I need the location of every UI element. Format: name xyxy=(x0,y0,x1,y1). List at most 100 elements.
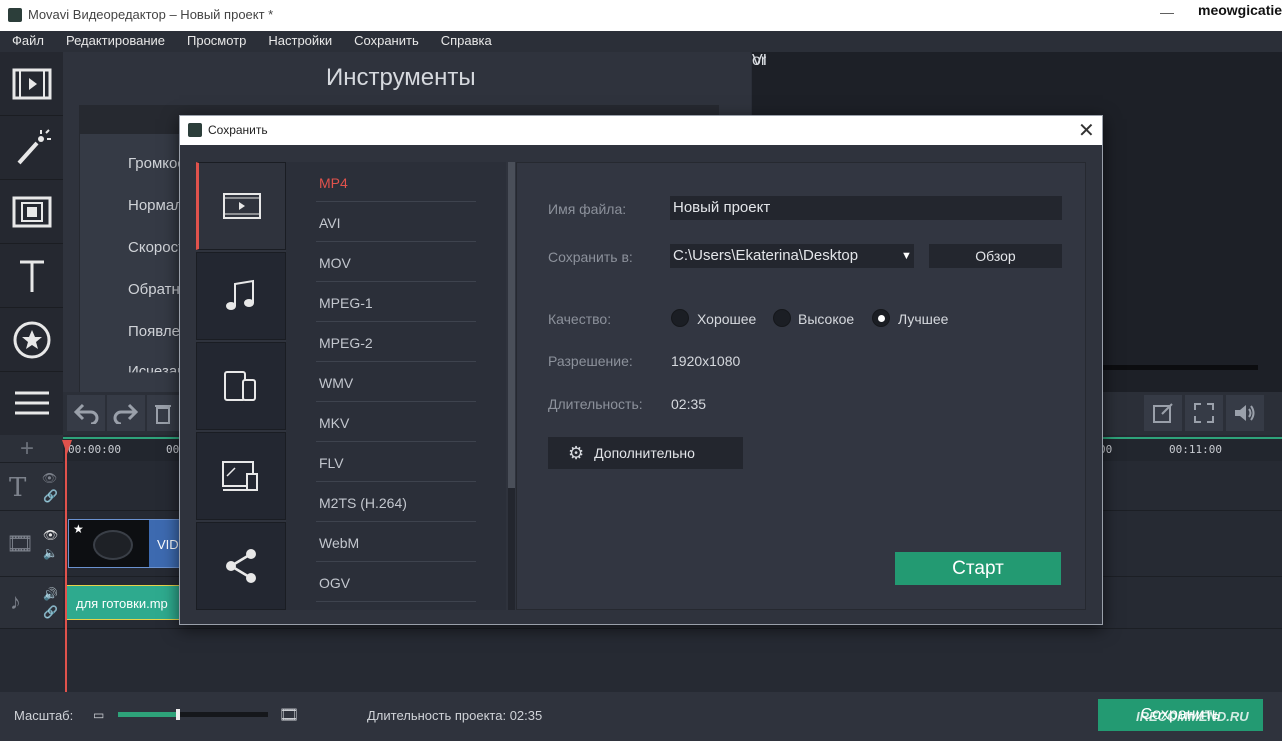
fullscreen-icon xyxy=(1194,403,1214,423)
menu-help[interactable]: Справка xyxy=(429,31,502,52)
filename-label: Имя файла: xyxy=(548,201,627,217)
menu-view[interactable]: Просмотр xyxy=(175,31,256,52)
format-item-mp4[interactable]: MP4 xyxy=(316,162,476,202)
quality-option-high[interactable]: Высокое xyxy=(798,311,854,327)
quality-option-best[interactable]: Лучшее xyxy=(898,311,948,327)
music-note-icon xyxy=(226,279,254,310)
tab-video[interactable] xyxy=(196,162,286,250)
quality-radio-best[interactable] xyxy=(872,309,890,327)
speaker-icon[interactable]: 🔊 xyxy=(43,587,58,601)
gear-icon: ⚙ xyxy=(568,442,585,463)
add-track-icon[interactable]: + xyxy=(20,435,34,463)
scrollbar-thumb[interactable] xyxy=(508,162,515,488)
menu-settings[interactable]: Настройки xyxy=(256,31,342,52)
zoom-out-icon[interactable]: ▭ xyxy=(93,708,104,722)
format-item-flv[interactable]: FLV xyxy=(316,442,476,482)
redo-button[interactable] xyxy=(107,395,145,431)
format-list: MP4 AVI MOV MPEG-1 MPEG-2 WMV MKV FLV M2TS (H.26… xyxy=(286,162,506,610)
filename-field[interactable]: Новый проект xyxy=(670,196,1062,220)
delete-button[interactable] xyxy=(147,395,179,431)
resolution-value: 1920x1080 xyxy=(671,353,741,369)
star-icon: ★ xyxy=(73,522,84,536)
scale-label: Масштаб: xyxy=(14,708,74,723)
saveto-label: Сохранить в: xyxy=(548,249,633,265)
stickers-button[interactable] xyxy=(0,308,63,372)
format-item-wmv[interactable]: WMV xyxy=(316,362,476,402)
video-clip-label: VID xyxy=(157,537,179,552)
undo-icon xyxy=(73,403,99,424)
video-clip[interactable]: ★ VID xyxy=(68,519,180,568)
scale-slider-fill xyxy=(118,712,178,717)
saveto-value: C:\Users\Ekaterina\Desktop xyxy=(673,247,859,264)
music-note-icon: ♪ xyxy=(10,589,21,614)
tools-title: Инструменты xyxy=(326,64,476,91)
fullscreen-button[interactable] xyxy=(1185,395,1223,431)
saveto-dropdown[interactable]: C:\Users\Ekaterina\Desktop xyxy=(670,244,914,268)
menu-edit[interactable]: Редактирование xyxy=(54,31,175,52)
magic-button[interactable] xyxy=(0,116,63,180)
browse-button[interactable]: Обзор xyxy=(929,244,1062,268)
format-item-webm[interactable]: WebM xyxy=(316,522,476,562)
start-button[interactable]: Старт xyxy=(895,552,1061,585)
tv-devices-icon xyxy=(222,461,258,491)
stickers-star-icon xyxy=(13,321,50,358)
title-track-header: T 👁 🔗 xyxy=(0,463,63,511)
format-item-m2ts-h-264[interactable]: M2TS (H.264) xyxy=(316,482,476,522)
zoom-in-icon[interactable]: 🎞 xyxy=(279,705,299,725)
format-item-mpeg-1[interactable]: MPEG-1 xyxy=(316,282,476,322)
resolution-label: Разрешение: xyxy=(548,353,633,369)
tab-tv[interactable] xyxy=(196,432,286,520)
filters-film-icon xyxy=(12,196,51,227)
app-logo-icon xyxy=(8,8,22,22)
settings-panel xyxy=(516,162,1086,610)
more-button[interactable] xyxy=(0,372,63,436)
app-logo-icon xyxy=(188,123,202,137)
tab-devices[interactable] xyxy=(196,342,286,430)
format-item-avi[interactable]: AVI xyxy=(316,202,476,242)
eye-icon[interactable]: 👁 xyxy=(43,528,58,542)
close-button[interactable]: ✕ xyxy=(1078,118,1095,143)
scale-slider-handle[interactable] xyxy=(176,709,180,720)
format-item-mpeg-2[interactable]: MPEG-2 xyxy=(316,322,476,362)
duration-value: 02:35 xyxy=(671,396,707,412)
advanced-button[interactable]: ⚙ Дополнительно xyxy=(548,437,743,469)
format-list-scrollbar[interactable] xyxy=(508,162,515,610)
audio-clip-label: для готовки.mp xyxy=(76,596,168,611)
volume-button[interactable] xyxy=(1226,395,1264,431)
duration-label: Длительность: xyxy=(548,396,643,412)
format-item-ogv[interactable]: OGV xyxy=(316,562,476,602)
import-video-button[interactable] xyxy=(0,52,63,116)
format-item-mov[interactable]: MOV xyxy=(316,242,476,282)
chevron-down-icon: ▼ xyxy=(901,250,912,262)
undo-button[interactable] xyxy=(67,395,105,431)
playhead[interactable] xyxy=(65,440,67,692)
eye-icon[interactable]: 👁 xyxy=(42,471,57,485)
link-icon[interactable]: 🔗 xyxy=(43,489,58,503)
titles-button[interactable] xyxy=(0,244,63,308)
quality-label: Качество: xyxy=(548,311,612,327)
preview-progress[interactable] xyxy=(1102,365,1258,370)
detach-preview-button[interactable] xyxy=(1144,395,1182,431)
audio-clip[interactable]: для готовки.mp xyxy=(66,585,180,620)
tab-audio[interactable] xyxy=(196,252,286,340)
devices-icon xyxy=(224,371,256,401)
menu-file[interactable]: Файл xyxy=(0,31,54,52)
tab-share[interactable] xyxy=(196,522,286,610)
tick-label: 00:00:00 xyxy=(68,443,121,456)
quality-radio-high[interactable] xyxy=(773,309,791,327)
left-toolbar xyxy=(0,52,63,436)
titles-text-icon xyxy=(19,260,44,292)
format-item-mkv[interactable]: MKV xyxy=(316,402,476,442)
playhead-marker[interactable] xyxy=(62,440,72,454)
quality-radio-good[interactable] xyxy=(671,309,689,327)
filters-button[interactable] xyxy=(0,180,63,244)
link-icon[interactable]: 🔗 xyxy=(43,605,58,619)
video-track-header: 🎞 👁 🔈 xyxy=(0,511,63,577)
window-titlebar: Movavi Видеоредактор – Новый проект * — … xyxy=(0,0,1282,31)
quality-option-good[interactable]: Хорошее xyxy=(697,311,756,327)
dialog-title: Сохранить xyxy=(208,123,268,137)
minimize-button[interactable]: — xyxy=(1160,4,1174,20)
menubar: Файл Редактирование Просмотр Настройки С… xyxy=(0,31,1282,52)
mute-icon[interactable]: 🔈 xyxy=(43,546,58,560)
menu-save[interactable]: Сохранить xyxy=(342,31,429,52)
